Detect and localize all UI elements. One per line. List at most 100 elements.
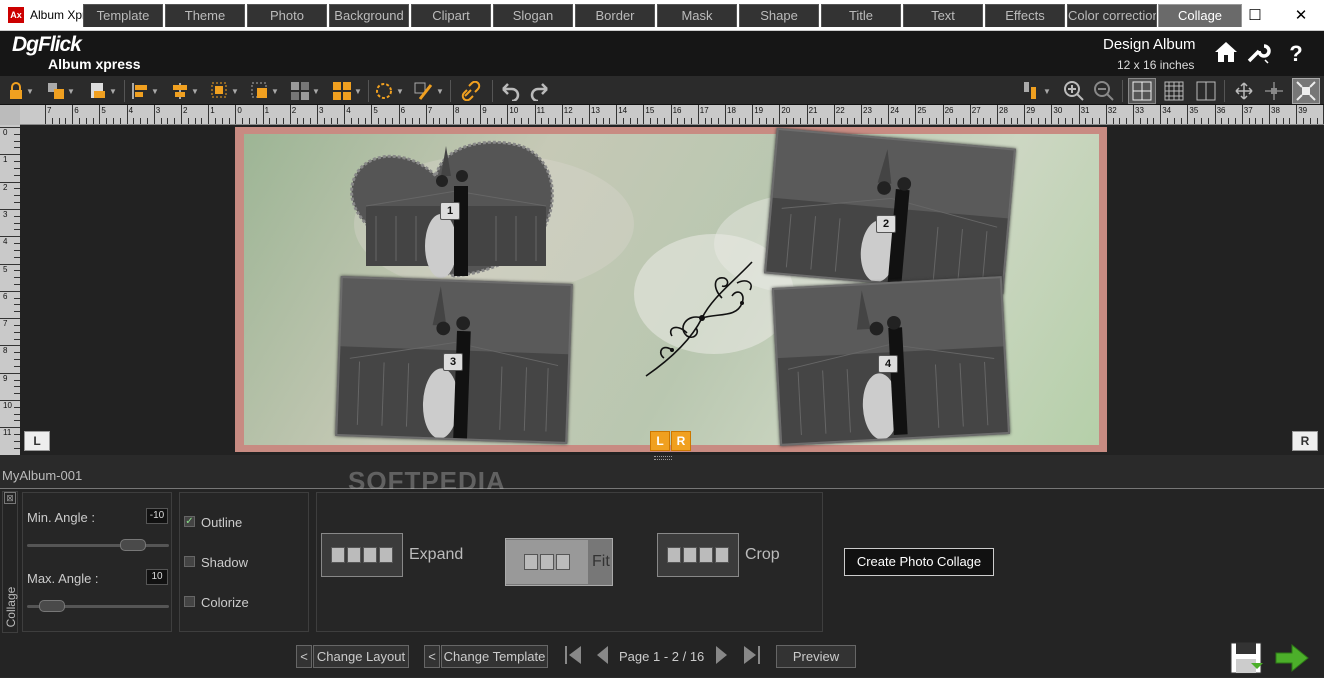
left-page-button[interactable]: L	[24, 431, 50, 451]
zoom-out-icon[interactable]	[1090, 78, 1118, 104]
align-center-icon[interactable]: ▼	[168, 78, 202, 104]
help-icon[interactable]: ?	[1282, 40, 1310, 68]
undo-icon[interactable]	[496, 78, 524, 104]
grid-icon[interactable]	[1160, 78, 1188, 104]
last-page-icon[interactable]	[742, 644, 762, 671]
ruler-tick	[412, 118, 414, 124]
home-icon[interactable]	[1212, 40, 1240, 68]
tab-effects[interactable]: Effects	[985, 4, 1065, 27]
link-icon[interactable]	[456, 78, 486, 104]
pen-tool-icon[interactable]: ▼	[412, 78, 446, 104]
tab-template[interactable]: Template	[83, 4, 163, 27]
tab-text[interactable]: Text	[903, 4, 983, 27]
tab-border[interactable]: Border	[575, 4, 655, 27]
ruler-tick	[466, 118, 468, 124]
max-angle-thumb[interactable]	[38, 600, 65, 612]
crop-mode-label: Crop	[745, 546, 780, 563]
ruler-label: 7	[47, 106, 52, 115]
ruler-tick	[609, 118, 611, 124]
fit-page-icon[interactable]	[1230, 78, 1258, 104]
vertical-ruler: 0 1 2 3 4 5 6 7 8 9 10 11	[0, 125, 20, 455]
center-left-page-button[interactable]: L	[650, 431, 670, 451]
outline-checkbox[interactable]: ✓	[184, 516, 195, 527]
ruler-tick	[330, 118, 332, 124]
max-angle-input[interactable]: 10	[146, 569, 168, 585]
center-right-page-button[interactable]: R	[671, 431, 691, 451]
align-left-icon[interactable]: ▼	[128, 78, 162, 104]
ruler-label: 9	[482, 106, 487, 115]
ruler-tick	[1269, 105, 1270, 124]
min-angle-slider[interactable]	[27, 544, 169, 547]
right-page-button[interactable]: R	[1292, 431, 1318, 451]
next-page-icon[interactable]	[714, 644, 730, 671]
create-photo-collage-button[interactable]: Create Photo Collage	[844, 548, 994, 576]
zoom-in-icon[interactable]	[1060, 78, 1088, 104]
ruler-tick	[439, 118, 441, 124]
ruler-label: 34	[1162, 106, 1172, 115]
ruler-tick	[623, 118, 624, 124]
tab-title[interactable]: Title	[821, 4, 901, 27]
ruler-tick	[976, 118, 978, 124]
ruler-tick	[106, 118, 108, 124]
panel-side-label: Collage	[4, 586, 18, 628]
fullscreen-icon[interactable]	[1292, 78, 1320, 104]
tab-clipart[interactable]: Clipart	[411, 4, 491, 27]
change-template-button[interactable]: Change Template	[441, 645, 548, 668]
save-icon[interactable]	[1229, 641, 1263, 675]
wrench-icon[interactable]	[1244, 40, 1272, 68]
change-layout-button[interactable]: Change Layout	[313, 645, 409, 668]
change-layout-back-icon[interactable]: <	[296, 645, 312, 668]
ruler-tick	[521, 118, 522, 124]
min-angle-thumb[interactable]	[119, 539, 146, 551]
ruler-tick	[827, 118, 828, 124]
tab-theme[interactable]: Theme	[165, 4, 245, 27]
first-page-icon[interactable]	[563, 644, 583, 671]
ruler-tick	[888, 105, 890, 124]
grid-layout-icon[interactable]: ▼	[288, 78, 322, 104]
arrange-icon[interactable]: ▼	[44, 78, 78, 104]
change-template-back-icon[interactable]: <	[424, 645, 440, 668]
tab-color-correction[interactable]: Color correction	[1067, 4, 1157, 27]
preview-button[interactable]: Preview	[776, 645, 856, 668]
ruler-tick	[221, 118, 223, 124]
ruler-label: 17	[699, 106, 709, 115]
previous-page-icon[interactable]	[594, 644, 610, 671]
close-button[interactable]: ✕	[1278, 0, 1324, 31]
tab-slogan[interactable]: Slogan	[493, 4, 573, 27]
tab-background[interactable]: Background	[329, 4, 409, 27]
collage-layout-icon[interactable]: ▼	[330, 78, 364, 104]
tab-mask[interactable]: Mask	[657, 4, 737, 27]
page-split-icon[interactable]	[1192, 78, 1220, 104]
shadow-checkbox[interactable]	[184, 556, 195, 567]
distribute-icon[interactable]: ▼	[1020, 78, 1054, 104]
clipart-ornament[interactable]	[642, 258, 760, 380]
lock-icon[interactable]: ▼	[4, 78, 38, 104]
next-step-icon[interactable]	[1274, 643, 1310, 673]
ruler-tick	[1146, 118, 1148, 124]
rotate-icon[interactable]: ▼	[372, 78, 406, 104]
expand-mode-button[interactable]: Expand	[321, 533, 463, 577]
colorize-checkbox[interactable]	[184, 596, 195, 607]
ruler-label: 27	[971, 106, 981, 115]
ruler-tick	[99, 105, 101, 124]
min-angle-input[interactable]: -10	[146, 508, 168, 524]
tab-collage[interactable]: Collage	[1158, 4, 1242, 27]
ruler-tick	[493, 118, 495, 124]
panel-collapse-icon[interactable]: ⊠	[4, 492, 16, 504]
ruler-tick	[983, 118, 985, 124]
tab-photo[interactable]: Photo	[247, 4, 327, 27]
redo-icon[interactable]	[526, 78, 554, 104]
tab-shape[interactable]: Shape	[739, 4, 819, 27]
crop-mode-button[interactable]: Crop	[657, 533, 780, 577]
ruler-tick	[1065, 118, 1066, 124]
guides-icon[interactable]	[1128, 78, 1156, 104]
ruler-tick	[1248, 118, 1250, 124]
page-copy-icon[interactable]: ▼	[86, 78, 120, 104]
ruler-tick	[1201, 118, 1202, 124]
resize-icon[interactable]: ▼	[248, 78, 282, 104]
splitter-grip[interactable]	[654, 456, 672, 460]
select-icon[interactable]: ▼	[208, 78, 242, 104]
fit-mode-button[interactable]: Fit	[505, 538, 613, 586]
move-icon[interactable]	[1260, 78, 1288, 104]
photo-frame-2[interactable]	[764, 127, 1016, 295]
